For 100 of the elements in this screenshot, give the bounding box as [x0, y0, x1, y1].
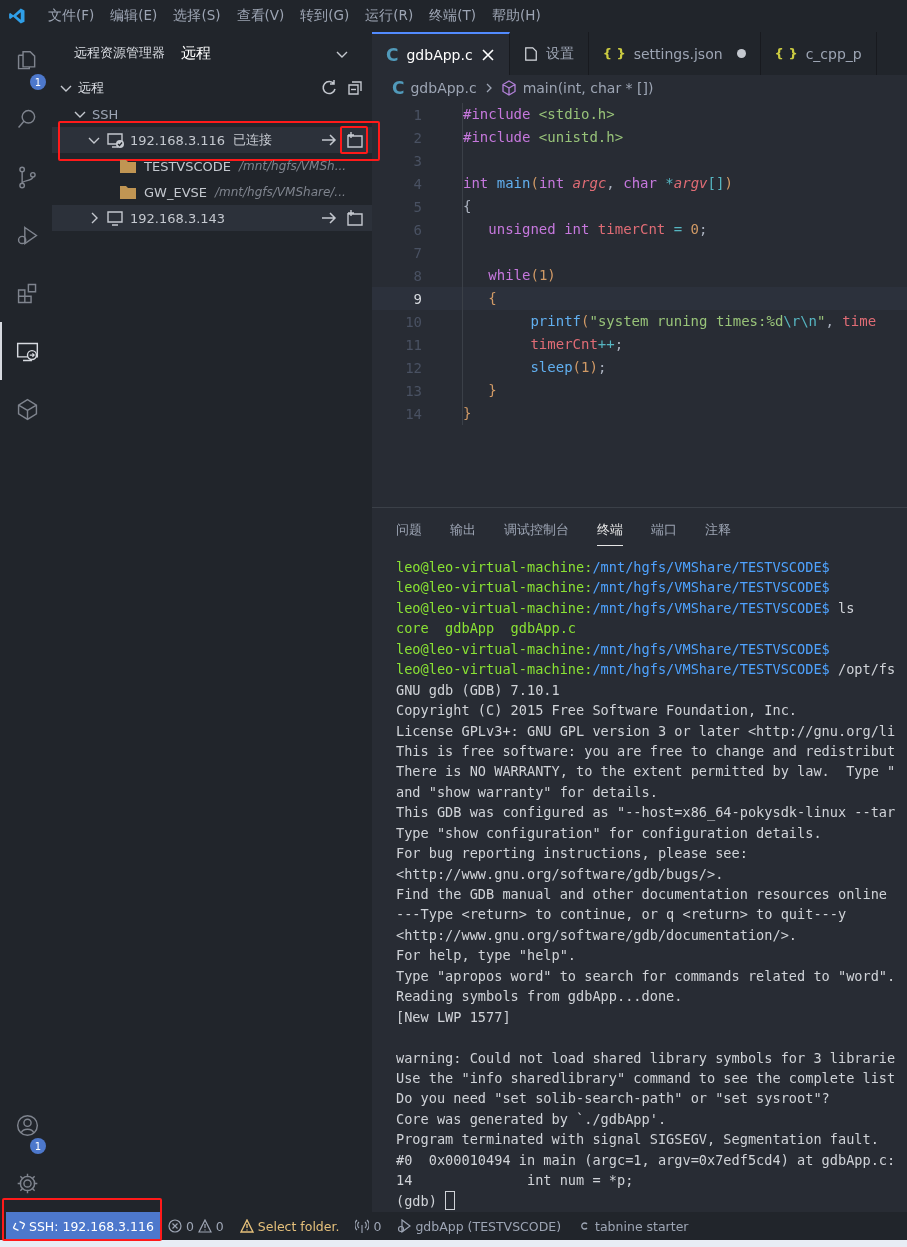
terminal-line: and "show warranty" for details.: [396, 782, 659, 802]
collapse-all-icon[interactable]: [346, 79, 364, 97]
panel-tab[interactable]: 终端: [597, 514, 623, 546]
code-line: int main(int argc, char *argv[]): [462, 172, 733, 195]
refresh-icon[interactable]: [320, 79, 338, 97]
play-bug-icon: [397, 1219, 412, 1233]
tree-label[interactable]: SSH: [92, 106, 119, 122]
new-window-icon[interactable]: [346, 209, 364, 227]
menu-item[interactable]: 选择(S): [165, 7, 229, 25]
menu-item[interactable]: 转到(G): [292, 7, 358, 25]
debug-target-status[interactable]: gdbApp (TESTVSCODE): [389, 1212, 570, 1240]
terminal-line: Use the "info sharedlibrary" command to see the complete list: [396, 1068, 897, 1088]
folder-name[interactable]: TESTVSCODE: [144, 158, 232, 174]
terminal-prompt: (gdb): [396, 1191, 437, 1211]
code-line: }: [462, 379, 497, 402]
folder-icon: [120, 185, 136, 199]
terminal-line: Reading symbols from gdbApp...done.: [396, 987, 684, 1007]
terminal-line: GNU gdb (GDB) 7.10.1: [396, 680, 561, 700]
panel-tab[interactable]: 问题: [396, 514, 422, 546]
cube-icon: [500, 80, 517, 96]
file-icon: [523, 46, 538, 61]
remote-status-button[interactable]: SSH: 192.168.3.116: [6, 1212, 160, 1240]
folder-path: /mnt/hgfs/VMShare/...: [215, 185, 346, 199]
ports-status[interactable]: 0: [347, 1212, 390, 1240]
code-line: #include <unistd.h>: [462, 126, 624, 149]
sidebar-title: 远程资源管理器: [74, 45, 165, 62]
code-line: {: [462, 195, 472, 218]
terminal-line: Copyright (C) 2015 Free Software Foundation, Inc.: [396, 701, 799, 721]
view-dropdown[interactable]: 远程: [181, 44, 318, 63]
terminal-line: #0 0x00010494 in main (argc=1, argv=0x7edf5cd4) at gdbApp.c:: [396, 1150, 897, 1170]
menu-item[interactable]: 终端(T): [421, 7, 484, 25]
code-line: timerCnt++;: [462, 333, 624, 356]
warning-icon: [197, 1219, 212, 1233]
unsaved-dot-icon: [736, 49, 746, 58]
terminal-line: leo@leo-virtual-machine:/mnt/hgfs/VMShare/TESTVSCODE$: [396, 639, 831, 659]
code-line: unsigned int timerCnt = 0;: [462, 218, 708, 241]
code-line: {: [462, 287, 497, 310]
notification-count: 1: [30, 1138, 46, 1154]
menu-item[interactable]: 编辑(E): [102, 7, 166, 25]
tabnine-status[interactable]: tabnine starter: [569, 1212, 697, 1240]
terminal-line: warning: Could not load shared library symbols for 3 librarie: [396, 1048, 897, 1068]
tree-label[interactable]: 远程: [78, 79, 104, 97]
close-icon[interactable]: [480, 47, 495, 62]
terminal-line: Program terminated with signal SIGSEGV, Segmentation fault.: [396, 1130, 880, 1150]
folder-name[interactable]: GW_EVSE: [144, 184, 207, 200]
host-address[interactable]: 192.168.3.116: [130, 132, 226, 148]
notification-count: 1: [30, 74, 46, 90]
terminal-line: License GPLv3+: GNU GPL version 3 or later <http://gnu.org/li: [396, 721, 897, 741]
terminal-line: leo@leo-virtual-machine:/mnt/hgfs/VMShare/TESTVSCODE$: [396, 558, 831, 577]
terminal-line: Type "apropos word" to search for commands related to "word".: [396, 966, 897, 986]
panel-tab[interactable]: 输出: [450, 514, 476, 546]
terminal-line: <http://www.gnu.org/software/gdb/bugs/>.: [396, 864, 725, 884]
host-address[interactable]: 192.168.3.143: [130, 210, 226, 226]
menu-item[interactable]: 文件(F): [40, 7, 103, 25]
breadcrumb-item[interactable]: main(int, char * []): [522, 80, 654, 96]
c-file-icon: C: [392, 78, 405, 98]
terminal-line: Find the GDB manual and other documentation resources online: [396, 885, 889, 904]
editor-tab[interactable]: C gdbApp.c: [372, 32, 510, 75]
tree-row[interactable]: 192.168.3.116 已连接: [52, 127, 372, 153]
terminal-line: For help, type "help".: [396, 946, 578, 966]
terminal-line: For bug reporting instructions, please see:: [396, 844, 749, 864]
terminal-line: leo@leo-virtual-machine:/mnt/hgfs/VMShare/TESTVSCODE$ /opt/fs: [396, 660, 897, 680]
remote-icon: [12, 1219, 26, 1233]
breadcrumb-item[interactable]: gdbApp.c: [410, 80, 477, 96]
line-number: 9: [412, 290, 422, 307]
c-file-icon: C: [386, 44, 399, 65]
menu-item[interactable]: 查看(V): [228, 7, 293, 25]
select-folder-status[interactable]: Select folder.: [231, 1212, 348, 1240]
folder-path: /mnt/hgfs/VMSh...: [239, 159, 347, 173]
menu-item[interactable]: 运行(R): [357, 7, 422, 25]
terminal-line: leo@leo-virtual-machine:/mnt/hgfs/VMShare/TESTVSCODE$: [396, 578, 831, 598]
code-line: printf("system runing times:%d\r\n", time: [462, 310, 877, 333]
code-line: sleep(1);: [462, 356, 607, 379]
terminal-line: Do you need "set solib-search-path" or "set sysroot"?: [396, 1089, 831, 1109]
problems-status[interactable]: 0 0: [159, 1212, 232, 1240]
tree-row[interactable]: 192.168.3.143: [52, 205, 372, 231]
new-window-icon[interactable]: [346, 131, 364, 149]
terminal-line: There is NO WARRANTY, to the extent permitted by law. Type ": [396, 762, 897, 782]
panel-tab[interactable]: 端口: [651, 514, 677, 546]
folder-icon: [120, 159, 136, 173]
menu-item[interactable]: 帮助(H): [484, 7, 549, 25]
terminal-line: This is free software: you are free to change and redistribut: [396, 741, 897, 761]
json-file-icon: { }: [774, 46, 798, 61]
code-line: }: [462, 402, 472, 425]
code-line: #include <stdio.h>: [462, 103, 615, 126]
panel-tab[interactable]: 注释: [705, 514, 731, 546]
connection-status: 已连接: [233, 131, 273, 149]
panel-tab[interactable]: 调试控制台: [504, 514, 569, 546]
terminal-line: core gdbApp gdbApp.c: [396, 619, 578, 639]
terminal-line: [New LWP 1577]: [396, 1007, 512, 1027]
terminal-line: Type "show configuration" for configuration details.: [396, 823, 823, 843]
account-icon[interactable]: [14, 1112, 40, 1138]
antenna-icon: [355, 1219, 370, 1233]
logo-icon[interactable]: [8, 7, 26, 25]
terminal-line: This GDB was configured as "--host=x86_64-pokysdk-linux --tar: [396, 803, 897, 823]
warning-icon: [239, 1219, 254, 1233]
terminal-line: ---Type <return> to continue, or q <return> to quit---y: [396, 905, 848, 925]
terminal-line: 14 int num = *p;: [396, 1171, 635, 1191]
terminal-line: <http://www.gnu.org/software/gdb/documentation/>.: [396, 925, 799, 945]
error-icon: [167, 1219, 182, 1233]
